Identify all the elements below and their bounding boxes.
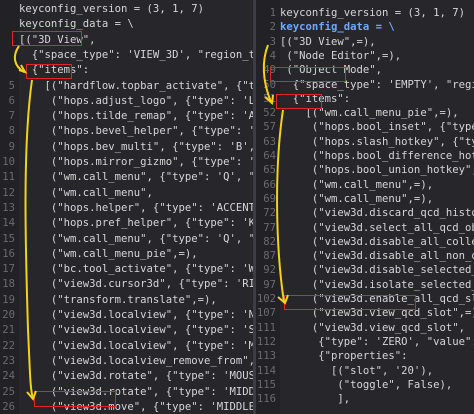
code-text: ("view3d.view_qcd_slot",=), — [280, 307, 474, 320]
code-text: ("view3d.localview", {"type": 'SLASH', — [50, 324, 253, 337]
code-text: ("view3d.isolate_selected_objects_collec… — [311, 278, 474, 291]
code-text: ("hops.bool_union_hotkey", {"type": 'NU — [311, 164, 474, 177]
code-text: ("view3d.enable_all_qcd_slots", {"type": — [311, 293, 474, 305]
code-text: ("hops.bevel_helper", {"type": 'B', "val… — [50, 125, 253, 138]
code-text: [("wm.call_menu_pie",=), — [280, 107, 459, 120]
code-text: ("hops.bool_difference_hotkey", {"type": — [311, 150, 474, 162]
left-editor-pane[interactable]: keyconfig_version = (3, 1, 7) keyconfig_d… — [0, 0, 253, 414]
code-text: ("view3d.discard_qcd_history", {"type": — [311, 207, 474, 220]
code-text: ("view3d.select_all_qcd_objects", {"type… — [311, 221, 474, 234]
code-line[interactable]: 116 ], — [256, 390, 350, 409]
code-text: ("hops.pref_helper", {"type": 'K', "valu — [50, 217, 253, 230]
right-editor-pane[interactable]: 1 keyconfig_version = (3, 1, 7) 2 keyconfig… — [256, 0, 474, 414]
code-text: ("wm.call_menu", {"type": 'Q', "value": — [50, 232, 253, 245]
code-text: {"space_type": 'EMPTY', "region_type": '… — [292, 78, 474, 91]
line-number: 116 — [256, 393, 276, 406]
code-text: [("hardflow.topbar_activate", {"type": '… — [44, 79, 254, 92]
code-text: ("wm.call_menu",=), — [280, 178, 434, 191]
code-text: ("view3d.localview", {"type": 'NUMPAD_SL — [50, 309, 253, 321]
code-text: ("hops.tilde_remap", {"type": 'ACCENT — [50, 110, 253, 123]
code-text: ], — [280, 393, 351, 406]
code-text: keyconfig_version = (3, 1, 7) — [19, 3, 204, 15]
code-text: keyconfig_data = \ — [280, 21, 395, 34]
code-text: ("bc.tool_activate", {"type": 'W', "valu — [50, 263, 253, 276]
code-text: ("view3d.localview_remove_from", {"type"… — [50, 354, 253, 367]
code-text: ("toggle", False), — [280, 378, 453, 391]
code-text: {"space_type": 'VIEW_3D', "region_type":… — [31, 48, 253, 61]
code-text: ("hops.bool_inset", {"type": 'NUMPAD_SL — [311, 121, 474, 134]
code-text: ("view3d.disable_all_non_qcd_slots", {"t… — [311, 250, 474, 263]
code-text: ("hops.adjust_logo", {"type": 'L', "valu — [50, 94, 253, 107]
code-text: ("view3d.view_qcd_slot", — [280, 321, 465, 334]
code-text: ("Node Editor",=), — [280, 49, 402, 62]
code-text: ("view3d.cursor3d", {"type": 'RIGHTMOUSE — [50, 278, 253, 291]
code-text: ("view3d.rotate", {"type": 'MIDDLEMOUSE' — [50, 385, 253, 398]
code-text: ("view3d.rotate", {"type": 'MOUSEROTATE' — [50, 370, 253, 383]
code-line[interactable]: 26 ("view3d.move", {"type": 'MIDDLEMOUSE… — [0, 398, 253, 414]
code-text: ("hops.slash_hotkey", {"type": 'NUMPAD_ — [311, 135, 474, 148]
code-text: ("hops.bev_multi", {"type": 'B', "valu — [50, 140, 253, 153]
code-text: ("transform.translate",=), — [19, 293, 217, 306]
code-text: ("view3d.move", {"type": 'MIDDLEMOUSE', — [50, 400, 253, 413]
code-text: {"items": — [19, 64, 90, 77]
code-text: {"type": 'ZERO', "value": 'PRESS', "al — [318, 335, 474, 348]
code-text: [("slot", '20'), — [280, 364, 434, 377]
code-text: keyconfig_version = (3, 1, 7) — [280, 7, 465, 19]
code-text: {"items": — [280, 92, 351, 105]
code-text: [("3D View", — [19, 33, 96, 46]
code-text: ("view3d.disable_all_collections", {"typ… — [311, 235, 474, 248]
code-text: ("wm.call_menu", {"type": 'Q', "value": — [50, 171, 253, 184]
code-text: ("hops.mirror_gizmo", {"type": 'X', "val… — [50, 156, 253, 168]
code-text: ("wm.call_menu_pie",=), — [19, 247, 198, 260]
code-text: keyconfig_data = \ — [19, 18, 134, 31]
code-text: ("view3d.localview", {"type": 'MOUSESMAR — [50, 339, 253, 352]
code-text: ("Object Mode", — [280, 64, 383, 77]
line-number: 26 — [2, 400, 15, 413]
code-text: ("view3d.disable_selected_objects_collec… — [311, 264, 474, 277]
code-text: ("wm.call_menu",=), — [280, 192, 434, 205]
code-text: {"properties": — [280, 350, 408, 363]
code-text: ("hops.helper", {"type": 'ACCENT_GRAVE' — [50, 201, 253, 214]
code-text: ("wm.call_menu", — [19, 186, 153, 199]
code-text: [("3D View",=), — [280, 35, 376, 48]
